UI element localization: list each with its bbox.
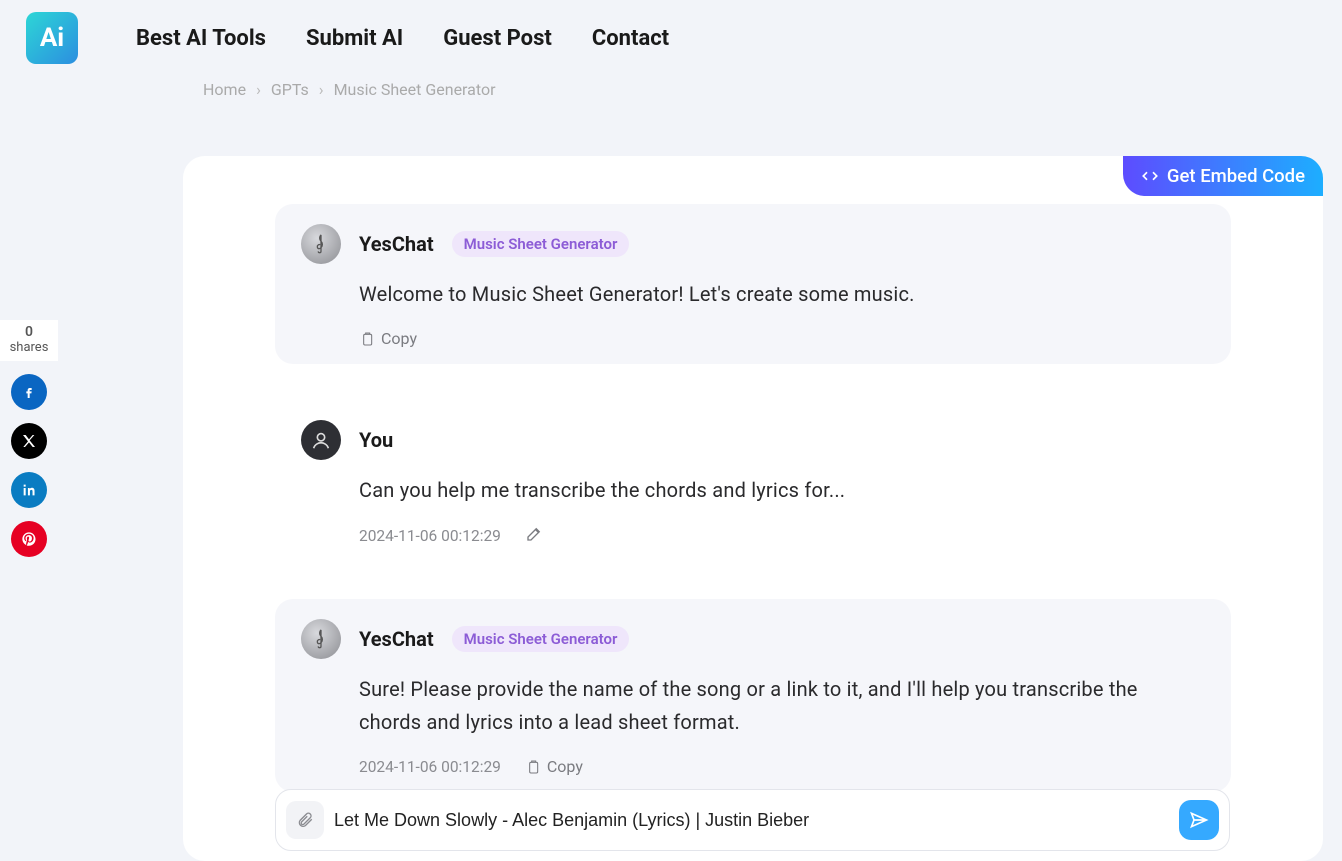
share-facebook-button[interactable] bbox=[11, 374, 47, 410]
nav-submit-ai[interactable]: Submit AI bbox=[306, 26, 403, 51]
share-pinterest-button[interactable] bbox=[11, 521, 47, 557]
timestamp: 2024-11-06 00:12:29 bbox=[359, 758, 501, 776]
message-text: Can you help me transcribe the chords an… bbox=[301, 474, 1205, 507]
message-input-bar bbox=[275, 789, 1230, 851]
chevron-right-icon: › bbox=[319, 80, 324, 99]
facebook-icon bbox=[21, 384, 37, 400]
share-x-button[interactable] bbox=[11, 423, 47, 459]
chevron-right-icon: › bbox=[256, 80, 261, 99]
send-icon bbox=[1189, 810, 1209, 830]
chat-card: Get Embed Code YesChat Music Sheet Gener… bbox=[183, 156, 1323, 861]
copy-button[interactable]: Copy bbox=[359, 329, 417, 348]
message-head: You bbox=[301, 420, 1205, 460]
avatar bbox=[301, 224, 341, 264]
avatar bbox=[301, 420, 341, 460]
message-foot: Copy bbox=[301, 329, 1205, 348]
bot-badge: Music Sheet Generator bbox=[452, 231, 630, 257]
breadcrumb-current: Music Sheet Generator bbox=[334, 80, 496, 99]
send-button[interactable] bbox=[1179, 800, 1219, 840]
sender-name: YesChat bbox=[359, 232, 434, 256]
clipboard-icon bbox=[525, 758, 541, 776]
user-icon bbox=[310, 429, 332, 451]
linkedin-icon bbox=[21, 482, 37, 498]
message-user: You Can you help me transcribe the chord… bbox=[275, 400, 1231, 563]
avatar bbox=[301, 619, 341, 659]
message-head: YesChat Music Sheet Generator bbox=[301, 224, 1205, 264]
sender-name: YesChat bbox=[359, 627, 434, 651]
message-bot: YesChat Music Sheet Generator Sure! Plea… bbox=[275, 599, 1231, 792]
message-text: Welcome to Music Sheet Generator! Let's … bbox=[301, 278, 1205, 311]
sender-name: You bbox=[359, 428, 393, 452]
pencil-icon bbox=[525, 525, 543, 543]
nav-contact[interactable]: Contact bbox=[592, 26, 669, 51]
message-foot: 2024-11-06 00:12:29 Copy bbox=[301, 757, 1205, 776]
nav-best-ai-tools[interactable]: Best AI Tools bbox=[136, 26, 266, 51]
breadcrumb-gpts[interactable]: GPTs bbox=[271, 80, 309, 99]
bot-badge: Music Sheet Generator bbox=[452, 626, 630, 652]
logo[interactable]: Ai bbox=[26, 12, 78, 64]
timestamp: 2024-11-06 00:12:29 bbox=[359, 527, 501, 545]
messages-list: YesChat Music Sheet Generator Welcome to… bbox=[183, 156, 1323, 848]
message-foot: 2024-11-06 00:12:29 bbox=[301, 525, 1205, 547]
share-rail: 0 shares bbox=[0, 320, 58, 557]
message-text: Sure! Please provide the name of the son… bbox=[301, 673, 1205, 739]
treble-clef-icon bbox=[310, 233, 332, 255]
breadcrumb: Home › GPTs › Music Sheet Generator bbox=[0, 80, 1342, 99]
breadcrumb-home[interactable]: Home bbox=[203, 80, 246, 99]
message-input[interactable] bbox=[334, 810, 1169, 831]
copy-button[interactable]: Copy bbox=[525, 757, 583, 776]
embed-label: Get Embed Code bbox=[1167, 165, 1305, 187]
attach-button[interactable] bbox=[286, 801, 324, 839]
code-icon bbox=[1141, 167, 1159, 185]
edit-button[interactable] bbox=[525, 525, 543, 547]
message-head: YesChat Music Sheet Generator bbox=[301, 619, 1205, 659]
get-embed-code-button[interactable]: Get Embed Code bbox=[1123, 156, 1323, 196]
share-count: 0 shares bbox=[0, 320, 58, 361]
x-icon bbox=[21, 433, 37, 449]
paperclip-icon bbox=[296, 811, 314, 829]
message-bot: YesChat Music Sheet Generator Welcome to… bbox=[275, 204, 1231, 364]
treble-clef-icon bbox=[310, 628, 332, 650]
clipboard-icon bbox=[359, 330, 375, 348]
pinterest-icon bbox=[21, 531, 37, 547]
share-linkedin-button[interactable] bbox=[11, 472, 47, 508]
nav-guest-post[interactable]: Guest Post bbox=[443, 26, 552, 51]
header: Ai Best AI Tools Submit AI Guest Post Co… bbox=[0, 0, 1342, 72]
